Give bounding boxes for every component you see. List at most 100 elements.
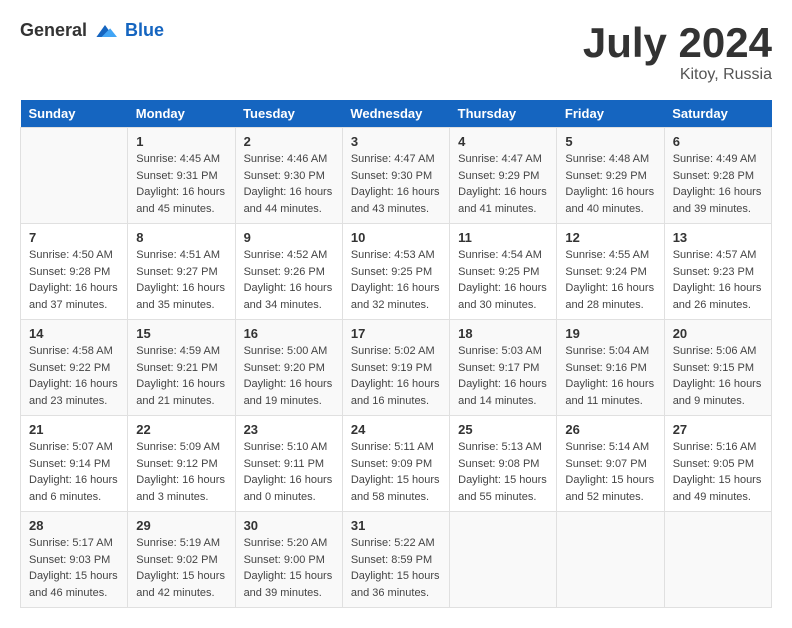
day-number: 27 [673, 422, 763, 437]
day-info: Sunrise: 4:50 AMSunset: 9:28 PMDaylight:… [29, 247, 119, 313]
day-info: Sunrise: 5:17 AMSunset: 9:03 PMDaylight:… [29, 535, 119, 601]
week-row-1: 1Sunrise: 4:45 AMSunset: 9:31 PMDaylight… [21, 128, 772, 224]
col-header-thursday: Thursday [450, 100, 557, 128]
col-header-sunday: Sunday [21, 100, 128, 128]
day-number: 16 [244, 326, 334, 341]
calendar-cell [557, 512, 664, 608]
calendar-cell: 28 Sunrise: 5:17 AMSunset: 9:03 PMDayligh… [21, 512, 128, 608]
calendar-cell: 9 Sunrise: 4:52 AMSunset: 9:26 PMDaylight… [235, 224, 342, 320]
day-number: 17 [351, 326, 441, 341]
day-number: 24 [351, 422, 441, 437]
calendar-cell: 26 Sunrise: 5:14 AMSunset: 9:07 PMDayligh… [557, 416, 664, 512]
day-number: 10 [351, 230, 441, 245]
day-number: 9 [244, 230, 334, 245]
week-row-3: 14 Sunrise: 4:58 AMSunset: 9:22 PMDayligh… [21, 320, 772, 416]
day-info: Sunrise: 4:53 AMSunset: 9:25 PMDaylight:… [351, 247, 441, 313]
day-number: 15 [136, 326, 226, 341]
calendar-cell: 3 Sunrise: 4:47 AMSunset: 9:30 PMDaylight… [342, 128, 449, 224]
day-info: Sunrise: 5:16 AMSunset: 9:05 PMDaylight:… [673, 439, 763, 505]
day-number: 23 [244, 422, 334, 437]
day-info: Sunrise: 5:03 AMSunset: 9:17 PMDaylight:… [458, 343, 548, 409]
day-number: 11 [458, 230, 548, 245]
calendar-cell: 24 Sunrise: 5:11 AMSunset: 9:09 PMDayligh… [342, 416, 449, 512]
day-info: Sunrise: 4:59 AMSunset: 9:21 PMDaylight:… [136, 343, 226, 409]
day-number: 18 [458, 326, 548, 341]
day-info: Sunrise: 5:11 AMSunset: 9:09 PMDaylight:… [351, 439, 441, 505]
calendar-cell: 7Sunrise: 4:50 AMSunset: 9:28 PMDaylight… [21, 224, 128, 320]
calendar-cell: 27 Sunrise: 5:16 AMSunset: 9:05 PMDayligh… [664, 416, 771, 512]
day-number: 14 [29, 326, 119, 341]
day-info: Sunrise: 5:13 AMSunset: 9:08 PMDaylight:… [458, 439, 548, 505]
logo-icon [93, 21, 117, 41]
calendar-cell: 16 Sunrise: 5:00 AMSunset: 9:20 PMDayligh… [235, 320, 342, 416]
calendar-cell: 12 Sunrise: 4:55 AMSunset: 9:24 PMDayligh… [557, 224, 664, 320]
day-info: Sunrise: 5:14 AMSunset: 9:07 PMDaylight:… [565, 439, 655, 505]
logo: General Blue [20, 20, 164, 41]
month-year: July 2024 [583, 20, 772, 66]
day-info: Sunrise: 5:10 AMSunset: 9:11 PMDaylight:… [244, 439, 334, 505]
day-number: 22 [136, 422, 226, 437]
day-info: Sunrise: 4:45 AMSunset: 9:31 PMDaylight:… [136, 151, 226, 217]
day-info: Sunrise: 5:09 AMSunset: 9:12 PMDaylight:… [136, 439, 226, 505]
logo-text-blue: Blue [125, 20, 164, 41]
day-info: Sunrise: 4:54 AMSunset: 9:25 PMDaylight:… [458, 247, 548, 313]
calendar-cell [664, 512, 771, 608]
day-number: 5 [565, 134, 655, 149]
calendar-cell: 31 Sunrise: 5:22 AMSunset: 8:59 PMDayligh… [342, 512, 449, 608]
col-header-tuesday: Tuesday [235, 100, 342, 128]
day-number: 26 [565, 422, 655, 437]
calendar-cell: 13Sunrise: 4:57 AMSunset: 9:23 PMDayligh… [664, 224, 771, 320]
day-number: 28 [29, 518, 119, 533]
day-info: Sunrise: 4:47 AMSunset: 9:29 PMDaylight:… [458, 151, 548, 217]
calendar-cell: 4Sunrise: 4:47 AMSunset: 9:29 PMDaylight… [450, 128, 557, 224]
title-block: July 2024 Kitoy, Russia [583, 20, 772, 84]
day-number: 12 [565, 230, 655, 245]
calendar-cell: 25Sunrise: 5:13 AMSunset: 9:08 PMDayligh… [450, 416, 557, 512]
day-info: Sunrise: 4:55 AMSunset: 9:24 PMDaylight:… [565, 247, 655, 313]
day-info: Sunrise: 5:19 AMSunset: 9:02 PMDaylight:… [136, 535, 226, 601]
day-info: Sunrise: 4:46 AMSunset: 9:30 PMDaylight:… [244, 151, 334, 217]
day-number: 8 [136, 230, 226, 245]
calendar-cell [21, 128, 128, 224]
day-info: Sunrise: 4:58 AMSunset: 9:22 PMDaylight:… [29, 343, 119, 409]
week-row-2: 7Sunrise: 4:50 AMSunset: 9:28 PMDaylight… [21, 224, 772, 320]
day-info: Sunrise: 5:06 AMSunset: 9:15 PMDaylight:… [673, 343, 763, 409]
day-info: Sunrise: 5:20 AMSunset: 9:00 PMDaylight:… [244, 535, 334, 601]
calendar-cell: 20 Sunrise: 5:06 AMSunset: 9:15 PMDayligh… [664, 320, 771, 416]
day-number: 3 [351, 134, 441, 149]
calendar-cell: 8 Sunrise: 4:51 AMSunset: 9:27 PMDaylight… [128, 224, 235, 320]
calendar-cell: 21Sunrise: 5:07 AMSunset: 9:14 PMDayligh… [21, 416, 128, 512]
col-header-wednesday: Wednesday [342, 100, 449, 128]
calendar-cell: 10 Sunrise: 4:53 AMSunset: 9:25 PMDayligh… [342, 224, 449, 320]
calendar-cell: 30 Sunrise: 5:20 AMSunset: 9:00 PMDayligh… [235, 512, 342, 608]
day-info: Sunrise: 5:22 AMSunset: 8:59 PMDaylight:… [351, 535, 441, 601]
calendar-cell: 1Sunrise: 4:45 AMSunset: 9:31 PMDaylight… [128, 128, 235, 224]
day-info: Sunrise: 4:47 AMSunset: 9:30 PMDaylight:… [351, 151, 441, 217]
day-number: 19 [565, 326, 655, 341]
day-info: Sunrise: 4:49 AMSunset: 9:28 PMDaylight:… [673, 151, 763, 217]
col-header-saturday: Saturday [664, 100, 771, 128]
col-header-friday: Friday [557, 100, 664, 128]
calendar-cell: 23 Sunrise: 5:10 AMSunset: 9:11 PMDayligh… [235, 416, 342, 512]
week-row-5: 28 Sunrise: 5:17 AMSunset: 9:03 PMDayligh… [21, 512, 772, 608]
calendar-cell: 2 Sunrise: 4:46 AMSunset: 9:30 PMDaylight… [235, 128, 342, 224]
day-info: Sunrise: 4:52 AMSunset: 9:26 PMDaylight:… [244, 247, 334, 313]
logo-text-general: General [20, 20, 87, 41]
day-info: Sunrise: 5:04 AMSunset: 9:16 PMDaylight:… [565, 343, 655, 409]
calendar-cell [450, 512, 557, 608]
day-info: Sunrise: 4:48 AMSunset: 9:29 PMDaylight:… [565, 151, 655, 217]
calendar-cell: 17Sunrise: 5:02 AMSunset: 9:19 PMDayligh… [342, 320, 449, 416]
day-info: Sunrise: 4:51 AMSunset: 9:27 PMDaylight:… [136, 247, 226, 313]
day-number: 30 [244, 518, 334, 533]
calendar-cell: 29 Sunrise: 5:19 AMSunset: 9:02 PMDayligh… [128, 512, 235, 608]
day-number: 29 [136, 518, 226, 533]
day-number: 2 [244, 134, 334, 149]
page-header: General Blue July 2024 Kitoy, Russia [20, 20, 772, 84]
day-number: 31 [351, 518, 441, 533]
day-info: Sunrise: 4:57 AMSunset: 9:23 PMDaylight:… [673, 247, 763, 313]
day-info: Sunrise: 5:00 AMSunset: 9:20 PMDaylight:… [244, 343, 334, 409]
calendar-cell: 18 Sunrise: 5:03 AMSunset: 9:17 PMDayligh… [450, 320, 557, 416]
day-number: 20 [673, 326, 763, 341]
day-number: 21 [29, 422, 119, 437]
calendar-cell: 5 Sunrise: 4:48 AMSunset: 9:29 PMDaylight… [557, 128, 664, 224]
